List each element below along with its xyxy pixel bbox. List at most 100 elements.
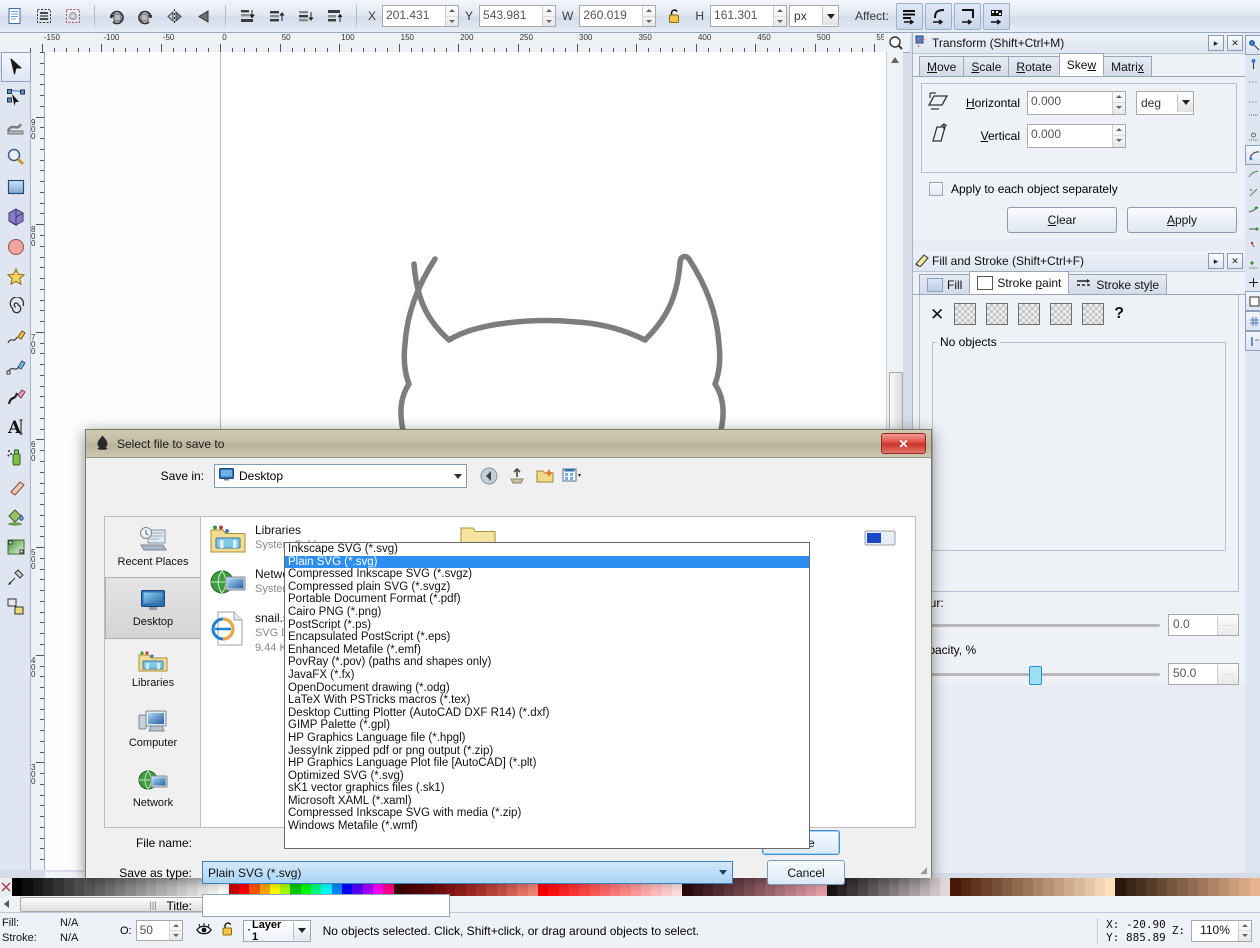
chevron-down-icon[interactable]: [714, 870, 732, 875]
title-input[interactable]: [202, 894, 450, 917]
snap-midpoint-icon[interactable]: [1245, 201, 1260, 219]
layer-selector[interactable]: · Layer 1: [242, 919, 311, 943]
palette-swatch[interactable]: [1136, 878, 1147, 896]
gradient-tool-icon[interactable]: [1, 532, 31, 562]
3dbox-tool-icon[interactable]: [1, 202, 31, 232]
apply-button[interactable]: Apply: [1127, 207, 1237, 233]
selector-tool-icon[interactable]: [1, 52, 31, 82]
save-as-type-combo[interactable]: Plain SVG (*.svg): [202, 861, 733, 884]
palette-swatch[interactable]: [960, 878, 972, 896]
skew-vertical-spinbox[interactable]: [1027, 123, 1126, 148]
dropdown-option[interactable]: Desktop Cutting Plotter (AutoCAD DXF R14…: [285, 707, 809, 720]
y-stepper[interactable]: [542, 6, 556, 26]
star-tool-icon[interactable]: [1, 262, 31, 292]
palette-swatch[interactable]: [22, 878, 33, 896]
w-input[interactable]: [580, 6, 643, 24]
palette-swatch[interactable]: [1032, 878, 1044, 896]
dialog-close-icon[interactable]: ✕: [1227, 253, 1243, 269]
tab-skew[interactable]: Skew: [1058, 53, 1105, 76]
raise-one-step-icon[interactable]: [263, 3, 290, 30]
dropdown-option[interactable]: Portable Document Format (*.pdf): [285, 593, 809, 606]
snap-others-icon[interactable]: [1245, 145, 1260, 165]
palette-swatch[interactable]: [1094, 878, 1106, 896]
palette-swatch[interactable]: [1156, 878, 1167, 896]
dropdown-option[interactable]: Encapsulated PostScript (*.eps): [285, 631, 809, 644]
select-all-icon[interactable]: [1, 3, 28, 30]
rotate-90-ccw-icon[interactable]: [103, 3, 130, 30]
snap-rotation-center-icon[interactable]: [1245, 237, 1260, 255]
node-tool-icon[interactable]: [1, 82, 31, 112]
dropdown-option[interactable]: OpenDocument drawing (*.odg): [285, 682, 809, 695]
scroll-up-icon[interactable]: [889, 54, 901, 66]
palette-swatch[interactable]: [42, 878, 54, 896]
up-one-level-icon[interactable]: [505, 464, 529, 488]
palette-swatch[interactable]: [1105, 878, 1116, 896]
x-input[interactable]: [383, 6, 446, 24]
snap-node-icon[interactable]: [1245, 109, 1260, 127]
snap-bbox-corner-icon[interactable]: [1245, 91, 1260, 109]
lower-to-bottom-icon[interactable]: [234, 3, 261, 30]
blur-value-box[interactable]: 0.0: [1168, 614, 1239, 636]
palette-swatch[interactable]: [971, 878, 982, 896]
no-paint-icon[interactable]: ✕: [930, 306, 944, 323]
pencil-tool-icon[interactable]: [1, 322, 31, 352]
pattern-icon[interactable]: [1050, 303, 1073, 325]
palette-swatch[interactable]: [1218, 878, 1229, 896]
opacity-status-spinbox[interactable]: [135, 920, 183, 941]
deselect-icon[interactable]: [59, 3, 86, 30]
spiral-tool-icon[interactable]: [1, 292, 31, 322]
save-in-combo[interactable]: Desktop: [214, 464, 467, 488]
text-tool-icon[interactable]: A: [1, 412, 31, 442]
zoom-stepper[interactable]: [1238, 920, 1251, 941]
palette-swatch[interactable]: [1177, 878, 1188, 896]
opacity-slider[interactable]: [917, 665, 1160, 685]
spray-tool-icon[interactable]: [1, 442, 31, 472]
palette-swatch[interactable]: [1063, 878, 1075, 896]
dropdown-option[interactable]: Optimized SVG (*.svg): [285, 770, 809, 783]
back-icon[interactable]: [477, 464, 501, 488]
dropdown-option[interactable]: Plain SVG (*.svg): [285, 555, 809, 569]
dropdown-option[interactable]: LaTeX With PSTricks macros (*.tex): [285, 694, 809, 707]
dialog-close-icon[interactable]: ✕: [1227, 35, 1243, 51]
place-libraries[interactable]: Libraries: [105, 639, 201, 699]
linear-gradient-icon[interactable]: [986, 303, 1009, 325]
skew-vertical-input[interactable]: [1028, 124, 1112, 143]
zoom-indicator-icon[interactable]: [884, 34, 908, 52]
snap-center-icon[interactable]: [1245, 183, 1260, 201]
tab-rotate[interactable]: Rotate: [1008, 56, 1060, 76]
zoom-input[interactable]: [1192, 920, 1238, 939]
palette-swatch[interactable]: [1074, 878, 1085, 896]
palette-swatch[interactable]: [73, 878, 85, 896]
snap-bounding-box-icon[interactable]: [1245, 55, 1260, 73]
w-stepper[interactable]: [642, 6, 656, 26]
rectangle-tool-icon[interactable]: [1, 172, 31, 202]
chevron-down-icon[interactable]: [293, 921, 310, 940]
clear-button[interactable]: Clear: [1007, 207, 1117, 233]
palette-swatch[interactable]: [1197, 878, 1209, 896]
opacity-value-box[interactable]: 50.0: [1168, 663, 1239, 685]
palette-none-swatch[interactable]: [0, 878, 12, 896]
palette-swatch[interactable]: [1228, 878, 1240, 896]
eraser-tool-icon[interactable]: [1, 472, 31, 502]
opacity-stepper[interactable]: [1217, 664, 1238, 684]
view-mode-icon[interactable]: [561, 464, 585, 488]
close-button[interactable]: ✕: [881, 433, 926, 454]
dropdown-option[interactable]: Enhanced Metafile (*.emf): [285, 644, 809, 657]
dropdown-option[interactable]: HP Graphics Language file (*.hpgl): [285, 732, 809, 745]
palette-swatch[interactable]: [1084, 878, 1095, 896]
flat-color-icon[interactable]: [954, 303, 977, 325]
palette-swatch[interactable]: [1125, 878, 1137, 896]
chevron-down-icon[interactable]: [822, 7, 839, 25]
lock-ratio-icon[interactable]: [661, 3, 688, 30]
snap-page-border-icon[interactable]: [1245, 291, 1260, 311]
connector-tool-icon[interactable]: [1, 592, 31, 622]
rotate-90-cw-icon[interactable]: [132, 3, 159, 30]
zoom-spinbox[interactable]: [1191, 919, 1252, 942]
save-file-dialog[interactable]: Select file to save to ✕ Save in: Deskto…: [85, 429, 932, 917]
h-spinbox[interactable]: [710, 5, 788, 27]
tab-matrix[interactable]: Matrix: [1103, 56, 1152, 76]
palette-swatch[interactable]: [32, 878, 43, 896]
skew-unit-select[interactable]: deg: [1136, 90, 1194, 115]
unit-select[interactable]: px: [789, 5, 840, 27]
new-folder-icon[interactable]: [533, 464, 557, 488]
